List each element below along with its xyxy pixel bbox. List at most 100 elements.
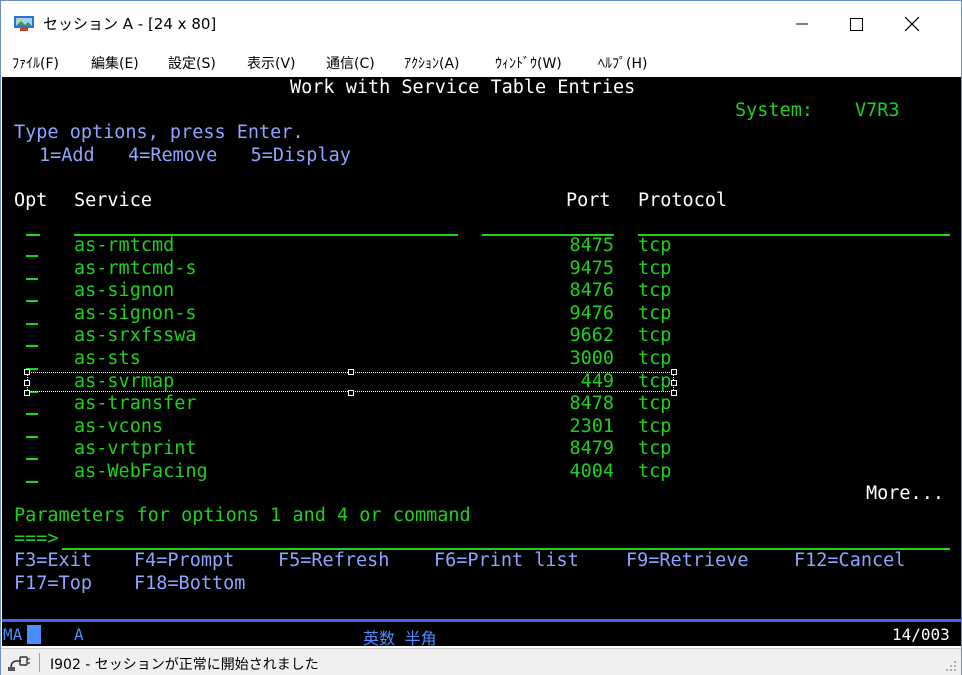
row-opt-field[interactable] <box>26 413 38 415</box>
oia-cursor-indicator <box>27 625 41 644</box>
marquee-handle[interactable] <box>24 390 30 396</box>
row-opt-field[interactable] <box>26 436 38 438</box>
menu-communication[interactable]: 通信(C) <box>326 53 375 73</box>
row-port: 4004 <box>569 461 614 482</box>
row-opt-field[interactable] <box>26 345 38 347</box>
status-divider <box>39 653 40 672</box>
options-legend: 1=Add 4=Remove 5=Display <box>39 145 351 166</box>
header-protocol: Protocol <box>638 190 728 211</box>
fkey-f5[interactable]: F5=Refresh <box>278 550 389 572</box>
fkey-f3[interactable]: F3=Exit <box>14 550 92 572</box>
maximize-button[interactable] <box>833 1 879 47</box>
resize-grip-icon[interactable] <box>943 658 957 672</box>
fkey-f9[interactable]: F9=Retrieve <box>626 550 749 572</box>
menu-edit[interactable]: 編集(E) <box>91 53 139 73</box>
fkey-f4[interactable]: F4=Prompt <box>134 550 234 572</box>
row-service: as-transfer <box>74 393 197 414</box>
row-protocol: tcp <box>638 235 672 256</box>
marquee-handle[interactable] <box>671 390 677 396</box>
row-service: as-srxfsswa <box>74 325 197 346</box>
marquee-handle[interactable] <box>348 369 354 375</box>
close-icon <box>905 17 919 31</box>
row-service: as-vrtprint <box>74 438 197 459</box>
row-service: as-rmtcmd-s <box>74 258 197 279</box>
row-port: 8479 <box>569 438 614 459</box>
header-opt: Opt <box>14 190 48 211</box>
header-service: Service <box>74 190 152 211</box>
selection-marquee <box>27 372 674 392</box>
terminal-screen[interactable]: Work with Service Table Entries System: … <box>2 77 961 623</box>
menu-view[interactable]: 表示(V) <box>247 53 296 73</box>
row-port: 2301 <box>569 416 614 437</box>
row-port: 9662 <box>569 325 614 346</box>
row-port: 8478 <box>569 393 614 414</box>
row-protocol: tcp <box>638 303 672 324</box>
fkey-f18[interactable]: F18=Bottom <box>134 573 245 595</box>
oia-ma: MA <box>3 625 23 644</box>
row-port: 8475 <box>569 235 614 256</box>
oia-cursor-position: 14/003 <box>892 625 950 644</box>
row-service: as-signon <box>74 280 175 301</box>
header-port: Port <box>566 190 611 211</box>
system-label: System: <box>735 100 813 121</box>
row-opt-field[interactable] <box>26 323 38 325</box>
row-opt-field[interactable] <box>26 278 38 280</box>
row-port: 9476 <box>569 303 614 324</box>
row-service: as-WebFacing <box>74 461 208 482</box>
row-opt-field[interactable] <box>26 300 38 302</box>
row-opt-field[interactable] <box>26 255 38 257</box>
row-service: as-vcons <box>74 416 164 437</box>
menu-help[interactable]: ﾍﾙﾌﾟ(H) <box>598 53 647 73</box>
fkey-f17[interactable]: F17=Top <box>14 573 92 595</box>
menu-window[interactable]: ｳｨﾝﾄﾞｳ(W) <box>495 53 562 73</box>
row-protocol: tcp <box>638 416 672 437</box>
marquee-handle[interactable] <box>671 369 677 375</box>
menu-settings[interactable]: 設定(S) <box>168 53 216 73</box>
menu-action[interactable]: ｱｸｼｮﾝ(A) <box>404 53 460 73</box>
minimize-icon <box>796 23 808 25</box>
row-service: as-signon-s <box>74 303 197 324</box>
connection-status-icon <box>8 656 30 671</box>
oia-a: A <box>74 625 84 644</box>
row-service: as-rmtcmd <box>74 235 175 256</box>
row-protocol: tcp <box>638 393 672 414</box>
row-port: 8476 <box>569 280 614 301</box>
oia-input-mode: 英数 半角 <box>363 629 437 648</box>
minimize-button[interactable] <box>779 1 825 47</box>
status-message: I902 - セッションが正常に開始されました <box>50 657 319 673</box>
row-port: 9475 <box>569 258 614 279</box>
close-button[interactable] <box>889 1 935 47</box>
window-title: セッション A - [24 x 80] <box>43 15 217 33</box>
row-service: as-sts <box>74 348 141 369</box>
operator-info-area: MA A 英数 半角 14/003 <box>2 619 961 648</box>
title-bar: セッション A - [24 x 80] <box>1 1 961 47</box>
marquee-handle[interactable] <box>671 380 677 386</box>
row-protocol: tcp <box>638 461 672 482</box>
command-arrow: ===> <box>14 528 59 549</box>
row-protocol: tcp <box>638 258 672 279</box>
emulator-window: セッション A - [24 x 80] ﾌｧｲﾙ(F) 編集(E) 設定(S) … <box>0 0 962 675</box>
fkey-f12[interactable]: F12=Cancel <box>794 550 905 572</box>
row-opt-field[interactable] <box>26 458 38 460</box>
marquee-handle[interactable] <box>24 380 30 386</box>
protocol-filter-field[interactable] <box>638 234 950 236</box>
marquee-handle[interactable] <box>24 369 30 375</box>
maximize-icon <box>849 17 863 31</box>
row-protocol: tcp <box>638 325 672 346</box>
instruction-text: Type options, press Enter. <box>14 122 304 143</box>
parameters-prompt: Parameters for options 1 and 4 or comman… <box>14 505 471 526</box>
row-port: 3000 <box>569 348 614 369</box>
row-protocol: tcp <box>638 348 672 369</box>
row-opt-field[interactable] <box>26 481 38 483</box>
menu-bar: ﾌｧｲﾙ(F) 編集(E) 設定(S) 表示(V) 通信(C) ｱｸｼｮﾝ(A)… <box>1 47 961 77</box>
row-protocol: tcp <box>638 280 672 301</box>
screen-title: Work with Service Table Entries <box>290 77 636 98</box>
system-value: V7R3 <box>855 100 900 121</box>
row-protocol: tcp <box>638 438 672 459</box>
session-emulator-icon <box>14 16 34 31</box>
status-bar: I902 - セッションが正常に開始されました <box>1 648 961 675</box>
fkey-f6[interactable]: F6=Print list <box>434 550 579 572</box>
marquee-handle[interactable] <box>348 390 354 396</box>
menu-file[interactable]: ﾌｧｲﾙ(F) <box>12 53 59 73</box>
opt-filter-field[interactable] <box>26 234 40 236</box>
